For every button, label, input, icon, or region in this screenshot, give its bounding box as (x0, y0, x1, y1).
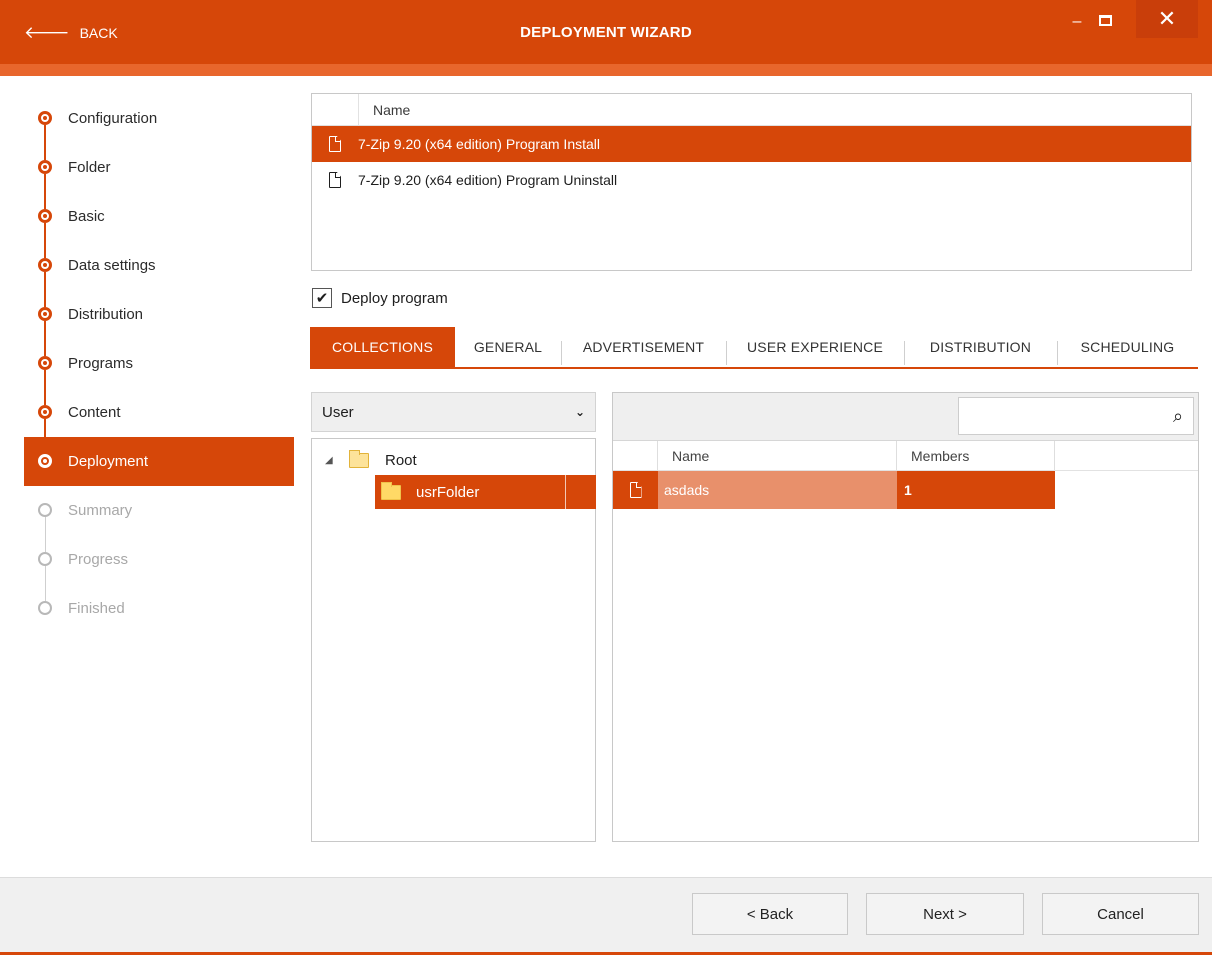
program-list: Name 7-Zip 9.20 (x64 edition) Program In… (311, 93, 1192, 271)
step-basic[interactable]: Basic (24, 192, 294, 258)
deploy-program-label: Deploy program (341, 289, 448, 307)
grid-header: Name Members (613, 441, 1198, 471)
tab-advertisement[interactable]: ADVERTISEMENT (561, 327, 726, 367)
step-label: Summary (68, 502, 133, 519)
collection-type-value: User (322, 403, 354, 421)
search-icon[interactable]: ⌕ (1163, 406, 1193, 427)
step-label: Programs (68, 355, 134, 372)
step-pending-icon (38, 503, 52, 517)
program-row-install[interactable]: 7-Zip 9.20 (x64 edition) Program Install (312, 126, 1191, 162)
title-bar-band (0, 64, 1212, 76)
step-configuration[interactable]: Configuration (24, 94, 294, 160)
step-programs[interactable]: Programs (24, 339, 294, 405)
close-icon: ✕ (1157, 6, 1177, 31)
collapse-triangle-icon[interactable]: ◢ (325, 455, 333, 466)
program-row-uninstall[interactable]: 7-Zip 9.20 (x64 edition) Program Uninsta… (312, 162, 1191, 198)
collection-name: asdads (658, 471, 897, 509)
wizard-steps: Configuration Folder Basic Data settings… (24, 94, 294, 633)
tree-node-label: Root (385, 451, 417, 469)
row-separator (565, 475, 566, 509)
folder-icon (349, 449, 369, 468)
program-list-header: Name (312, 93, 1191, 126)
window-title: DEPLOYMENT WIZARD (520, 24, 692, 41)
search-input[interactable] (959, 398, 1163, 434)
step-summary: Summary (24, 486, 294, 552)
table-row[interactable]: asdads 1 (613, 471, 1055, 509)
checkmark-icon[interactable]: ✔ (312, 288, 332, 308)
tree-node-usrfolder[interactable]: usrFolder (375, 475, 596, 509)
step-active-icon (38, 454, 52, 468)
tree-node-root[interactable]: ◢ Root (312, 443, 597, 477)
step-label: Progress (68, 551, 129, 568)
folder-tree: ◢ Root usrFolder (311, 438, 596, 842)
step-data-settings[interactable]: Data settings (24, 241, 294, 307)
tab-general[interactable]: GENERAL (455, 327, 561, 367)
step-deployment[interactable]: Deployment (24, 437, 294, 486)
header-icon-column (312, 93, 359, 126)
step-done-icon (38, 258, 52, 272)
footer: < Back Next > Cancel (0, 877, 1212, 955)
step-done-icon (38, 209, 52, 223)
step-label: Data settings (68, 257, 156, 274)
title-bar: 🡐 BACK DEPLOYMENT WIZARD – ✕ (0, 0, 1212, 76)
back-button[interactable]: < Back (692, 893, 848, 935)
tab-scheduling[interactable]: SCHEDULING (1057, 327, 1198, 367)
search-box[interactable]: ⌕ (958, 397, 1194, 435)
step-label: Distribution (68, 306, 144, 323)
tab-distribution[interactable]: DISTRIBUTION (904, 327, 1057, 367)
file-icon (329, 172, 341, 188)
close-button[interactable]: ✕ (1136, 0, 1198, 38)
step-done-icon (38, 307, 52, 321)
tab-collections[interactable]: COLLECTIONS (310, 327, 455, 367)
chevron-down-icon: ⌄ (574, 405, 585, 419)
step-pending-icon (38, 552, 52, 566)
step-pending-icon (38, 601, 52, 615)
step-finished: Finished (24, 584, 294, 633)
next-button[interactable]: Next > (866, 893, 1024, 935)
tab-user-experience[interactable]: USER EXPERIENCE (726, 327, 904, 367)
step-label: Content (68, 404, 121, 421)
folder-icon (381, 481, 401, 500)
collection-type-select[interactable]: User ⌄ (311, 392, 596, 432)
step-done-icon (38, 111, 52, 125)
tree-node-label: usrFolder (416, 483, 480, 501)
step-content[interactable]: Content (24, 388, 294, 454)
column-header-name[interactable]: Name (658, 441, 897, 470)
grid-toolbar: ⌕ (613, 393, 1198, 441)
program-name: 7-Zip 9.20 (x64 edition) Program Install (358, 136, 600, 152)
minimize-icon: – (1072, 13, 1082, 30)
step-done-icon (38, 405, 52, 419)
collections-grid: ⌕ Name Members asdads 1 (612, 392, 1199, 842)
step-label: Finished (68, 600, 125, 617)
column-header-members[interactable]: Members (897, 441, 1055, 470)
step-progress: Progress (24, 535, 294, 601)
step-distribution[interactable]: Distribution (24, 290, 294, 356)
cancel-button[interactable]: Cancel (1042, 893, 1199, 935)
header-icon-column (613, 441, 658, 470)
step-label: Basic (68, 208, 105, 225)
step-folder[interactable]: Folder (24, 143, 294, 209)
tab-bar: COLLECTIONS GENERAL ADVERTISEMENT USER E… (310, 327, 1198, 369)
step-label: Deployment (68, 453, 149, 470)
file-icon (329, 136, 341, 152)
collection-members: 1 (904, 482, 912, 498)
step-done-icon (38, 160, 52, 174)
file-icon (629, 482, 642, 498)
step-label: Configuration (68, 110, 158, 127)
minimize-button[interactable]: – (1064, 2, 1090, 42)
maximize-button[interactable] (1092, 0, 1118, 40)
column-header-name[interactable]: Name (359, 102, 410, 118)
program-name: 7-Zip 9.20 (x64 edition) Program Uninsta… (358, 172, 618, 188)
maximize-icon (1098, 14, 1112, 26)
step-label: Folder (68, 159, 111, 176)
step-done-icon (38, 356, 52, 370)
deploy-program-checkbox[interactable]: ✔ Deploy program (312, 288, 448, 308)
